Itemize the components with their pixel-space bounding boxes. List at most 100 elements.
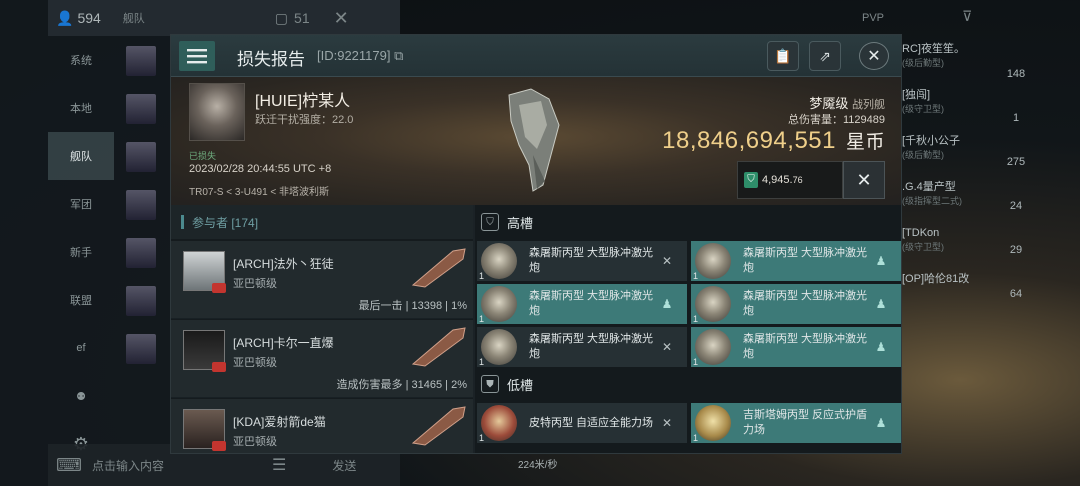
nav-alliance[interactable]: 联盟	[48, 276, 114, 324]
nav-ef[interactable]: ef	[48, 324, 114, 372]
loss-report-dialog: 损失报告 [ID:9221179] ⧉ 📋 ⇗ ✕ [HUIE]柠某人 跃迁干扰…	[170, 34, 902, 454]
slot-item[interactable]: 1 皮特丙型 自适应全能力场 ✕	[477, 403, 687, 443]
avatar	[126, 94, 156, 124]
nav-system[interactable]: 系统	[48, 36, 114, 84]
wrench-icon: ✕	[856, 169, 872, 190]
isk-amount: 18,846,694,551	[662, 127, 836, 154]
ship-image	[411, 327, 466, 367]
send-button[interactable]: 发送	[332, 457, 356, 474]
loss-location[interactable]: TR07-S < 3-U491 < 非塔波利斯	[189, 183, 329, 198]
module-name: 森屠斯丙型 大型脉冲激光炮	[529, 247, 654, 274]
user-count: 594	[77, 10, 101, 26]
avatar	[126, 190, 156, 220]
avatar	[126, 334, 156, 364]
close-icon: ✕	[867, 48, 881, 65]
slot-item[interactable]: 1 森屠斯丙型 大型脉冲激光炮 ♟	[691, 241, 901, 281]
participant-stat: 最后一击 | 13398 | 1%	[358, 300, 467, 312]
accent-bar	[181, 215, 184, 229]
slot-item[interactable]: 1 森屠斯丙型 大型脉冲激光炮 ♟	[691, 284, 901, 324]
chat-tab[interactable]: 舰队	[123, 10, 145, 26]
module-name: 吉斯塔姆丙型 反应式护盾力场	[743, 409, 868, 436]
chat-channel-nav: 系统 本地 舰队 军团 新手 联盟 ef ⚉ ⚙	[48, 36, 114, 454]
high-slot-label: 高槽	[507, 215, 534, 231]
slot-item[interactable]: 1 森屠斯丙型 大型脉冲激光炮 ♟	[477, 284, 687, 324]
menu-icon[interactable]: ☰	[272, 455, 286, 475]
nav-local[interactable]: 本地	[48, 84, 114, 132]
avatar	[126, 286, 156, 316]
low-slot-header: ⛊ 低槽	[481, 367, 533, 401]
clipboard-button[interactable]: 📋	[767, 41, 799, 71]
market-value-box: ⛉ 4,945. 76	[737, 161, 843, 199]
status-badge	[212, 362, 226, 372]
quantity: 1	[693, 271, 699, 281]
quantity: 1	[693, 433, 699, 443]
chat-input[interactable]: 点击输入内容	[92, 457, 262, 474]
participant-name: [ARCH]法外丶狂徒	[233, 257, 334, 271]
laser-icon: 1	[479, 286, 517, 324]
pvp-filter-label[interactable]: PVP	[862, 12, 884, 24]
avatar	[126, 238, 156, 268]
keyboard-icon[interactable]: ⌨	[56, 455, 82, 476]
participant-ship: 亚巴顿级	[233, 278, 277, 290]
module-name: 森屠斯丙型 大型脉冲激光炮	[743, 290, 868, 317]
slot-item[interactable]: 1 森屠斯丙型 大型脉冲激光炮 ✕	[477, 327, 687, 367]
list-item[interactable]: [千秋小公子 (级后勤型)	[902, 128, 1002, 174]
shield-icon: ⛉	[744, 172, 758, 188]
rail-count[interactable]: 29	[994, 212, 1038, 256]
quantity: 1	[479, 357, 485, 367]
participant-name: [ARCH]卡尔一直爆	[233, 336, 334, 350]
high-slot-icon: ⛉	[481, 213, 499, 231]
nav-corp[interactable]: 军团	[48, 180, 114, 228]
chat-tab-icon: ▢	[274, 9, 289, 26]
list-item[interactable]: [OP]哈伦81改	[902, 266, 1002, 312]
page-title: 损失报告	[237, 50, 305, 69]
rail-count[interactable]: 64	[994, 256, 1038, 300]
victim-portrait[interactable]	[189, 83, 245, 141]
menu-button[interactable]	[179, 41, 215, 71]
slot-item[interactable]: 1 森屠斯丙型 大型脉冲激光炮 ♟	[691, 327, 901, 367]
status-badge	[212, 283, 226, 293]
rail-count[interactable]: 1	[994, 80, 1038, 124]
dropped-icon: ♟	[875, 416, 887, 430]
victim-banner: [HUIE]柠某人 跃迁干扰强度：22.0 已损失 2023/02/28 20:…	[171, 77, 901, 205]
ship-image	[508, 88, 560, 192]
overview-counts: 148 1 275 24 29 64	[994, 36, 1038, 300]
participant-stat: 造成伤害最多 | 31465 | 2%	[336, 379, 467, 391]
slot-item[interactable]: 1 森屠斯丙型 大型脉冲激光炮 ✕	[477, 241, 687, 281]
rail-count[interactable]: 275	[994, 124, 1038, 168]
share-button[interactable]: ⇗	[809, 41, 841, 71]
chat-close-icon[interactable]: ✕	[334, 8, 349, 29]
shield-module-icon: 1	[693, 405, 731, 443]
rail-count[interactable]: 148	[994, 36, 1038, 80]
filter-icon[interactable]: ⊽	[962, 8, 972, 25]
participant-row[interactable]: [ARCH]法外丶狂徒 亚巴顿级 最后一击 | 13398 | 1%	[171, 241, 473, 319]
ship-class: 战列舰	[852, 99, 885, 111]
quantity: 1	[693, 357, 699, 367]
list-item[interactable]: RC]夜笙笙。 (级后勤型)	[902, 36, 1002, 82]
list-item[interactable]: [TDKon (级守卫型)	[902, 220, 1002, 266]
participant-row[interactable]: [ARCH]卡尔一直爆 亚巴顿级 造成伤害最多 | 31465 | 2%	[171, 320, 473, 398]
copy-icon[interactable]: ⧉	[394, 48, 403, 63]
loss-datetime: 2023/02/28 20:44:55 UTC +8	[189, 163, 332, 175]
contacts-icon[interactable]: ⚉	[48, 372, 114, 420]
rail-count[interactable]: 24	[994, 168, 1038, 212]
speed-readout: 224米/秒	[518, 460, 558, 471]
list-item[interactable]: [独闯] (级守卫型)	[902, 82, 1002, 128]
isk-unit: 星币	[845, 132, 885, 153]
dropped-icon: ♟	[875, 254, 887, 268]
quantity: 1	[479, 433, 485, 443]
module-name: 森屠斯丙型 大型脉冲激光炮	[529, 333, 654, 360]
fitting-button[interactable]: ✕	[843, 161, 885, 199]
nav-fleet[interactable]: 舰队	[48, 132, 114, 180]
avatar	[183, 409, 226, 451]
module-name: 森屠斯丙型 大型脉冲激光炮	[743, 247, 868, 274]
participant-row[interactable]: [KDA]爱射箭de猫 亚巴顿级	[171, 399, 473, 453]
close-button[interactable]: ✕	[859, 42, 889, 70]
laser-icon: 1	[693, 329, 731, 367]
module-name: 森屠斯丙型 大型脉冲激光炮	[529, 290, 654, 317]
victim-name[interactable]: [HUIE]柠某人	[255, 87, 350, 111]
clipboard-icon: 📋	[774, 47, 792, 64]
nav-newbie[interactable]: 新手	[48, 228, 114, 276]
slot-item[interactable]: 1 吉斯塔姆丙型 反应式护盾力场 ♟	[691, 403, 901, 443]
list-item[interactable]: .G.4量产型 (级指挥型二式)	[902, 174, 1002, 220]
